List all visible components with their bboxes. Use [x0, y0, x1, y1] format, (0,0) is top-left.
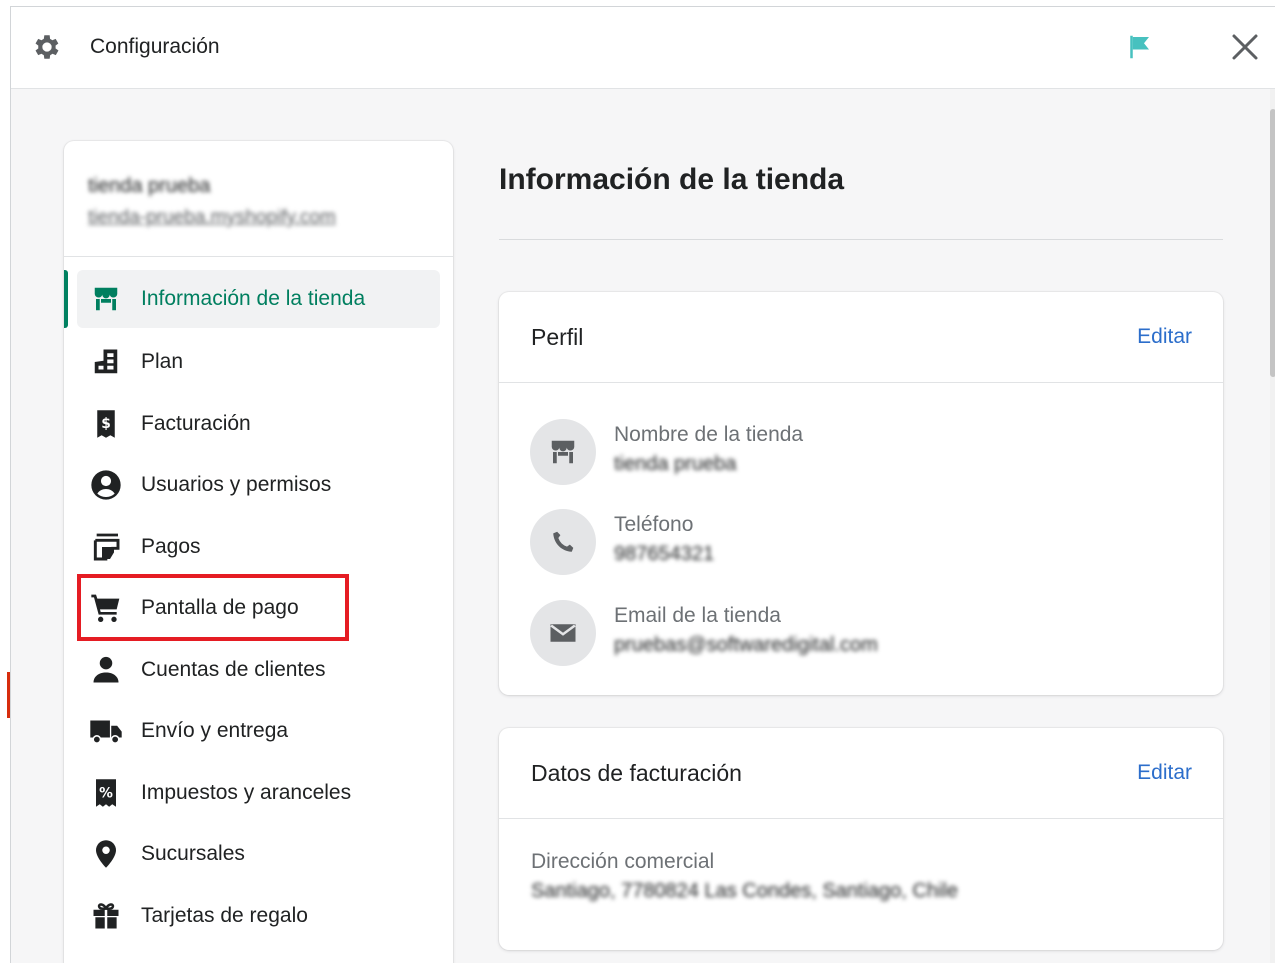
billing-card-header: Datos de facturación Editar [499, 728, 1223, 819]
sidebar-item-label: Tarjetas de regalo [141, 903, 308, 927]
location-icon [89, 837, 123, 871]
phone-value: 987654321 [614, 543, 715, 565]
sidebar-item-payments[interactable]: Pagos [77, 516, 440, 578]
email-label: Email de la tienda [614, 604, 781, 627]
top-bar: Configuración [11, 7, 1275, 89]
title-divider [499, 239, 1223, 240]
scrollbar[interactable] [1270, 89, 1275, 963]
email-row: Email de la tienda pruebas@softwaredigit… [530, 600, 878, 666]
store-icon [530, 419, 596, 485]
sidebar-item-label: Pantalla de pago [141, 596, 299, 620]
scrollbar-thumb[interactable] [1270, 109, 1275, 377]
sidebar-item-label: Usuarios y permisos [141, 473, 332, 497]
payments-icon [89, 530, 123, 564]
phone-label: Teléfono [614, 513, 694, 536]
profile-card-title: Perfil [531, 323, 584, 350]
store-identity: tienda prueba tienda-prueba.myshopify.co… [64, 141, 453, 257]
sidebar-item-label: Sucursales [141, 842, 245, 866]
store-name-row: Nombre de la tienda tienda prueba [530, 419, 804, 485]
sidebar-item-label: Envío y entrega [141, 719, 289, 743]
settings-window: Configuración tienda prueba tienda-prueb… [10, 6, 1275, 963]
email-icon [530, 600, 596, 666]
customer-icon [89, 653, 123, 687]
phone-icon [530, 509, 596, 575]
phone-row: Teléfono 987654321 [530, 509, 715, 575]
sidebar-item-plan[interactable]: Plan [77, 332, 440, 394]
settings-sidebar: tienda prueba tienda-prueba.myshopify.co… [64, 141, 453, 963]
profile-card-header: Perfil Editar [499, 292, 1223, 383]
store-name-label: Nombre de la tienda [614, 423, 804, 446]
cart-icon [89, 591, 123, 625]
sidebar-item-label: Facturación [141, 411, 251, 435]
email-value: pruebas@softwaredigital.com [614, 634, 878, 656]
billing-icon: $ [89, 407, 123, 441]
billing-edit-link[interactable]: Editar [1137, 761, 1192, 785]
settings-nav: Información de la tienda Plan $ Facturac… [64, 257, 453, 947]
sidebar-store-url[interactable]: tienda-prueba.myshopify.com [88, 207, 453, 229]
plan-icon [89, 345, 123, 379]
sidebar-item-customer-accounts[interactable]: Cuentas de clientes [77, 639, 440, 701]
address-label: Dirección comercial [531, 850, 715, 873]
svg-text:%: % [99, 785, 113, 801]
close-icon[interactable] [1225, 27, 1265, 67]
sidebar-item-label: Pagos [141, 534, 201, 558]
sidebar-item-shipping[interactable]: Envío y entrega [77, 701, 440, 763]
window-title: Configuración [90, 35, 220, 58]
billing-body: Dirección comercial Santiago, 7780824 La… [499, 819, 1223, 903]
sidebar-item-store-info[interactable]: Información de la tienda [64, 270, 440, 328]
sidebar-item-checkout[interactable]: Pantalla de pago [77, 578, 440, 640]
billing-card-title: Datos de facturación [531, 759, 742, 786]
truck-icon [89, 714, 123, 748]
store-name-value: tienda prueba [614, 453, 737, 475]
sidebar-item-label: Plan [141, 350, 184, 374]
sidebar-item-label: Cuentas de clientes [141, 657, 326, 681]
svg-text:$: $ [101, 416, 111, 432]
gear-icon [35, 35, 59, 59]
user-circle-icon [89, 468, 123, 502]
tax-icon: % [89, 776, 123, 810]
sidebar-item-label: Información de la tienda [141, 287, 366, 310]
address-value: Santiago, 7780824 Las Condes, Santiago, … [531, 880, 958, 902]
sidebar-item-users[interactable]: Usuarios y permisos [77, 455, 440, 517]
store-icon [89, 282, 123, 316]
sidebar-store-name: tienda prueba [88, 175, 211, 197]
billing-card: Datos de facturación Editar Dirección co… [499, 728, 1223, 950]
sidebar-item-locations[interactable]: Sucursales [77, 824, 440, 886]
page-title: Información de la tienda [499, 163, 845, 196]
gift-icon [89, 899, 123, 933]
sidebar-item-label: Impuestos y aranceles [141, 780, 352, 804]
profile-edit-link[interactable]: Editar [1137, 325, 1192, 349]
flag-icon[interactable] [1124, 32, 1154, 62]
sidebar-item-taxes[interactable]: % Impuestos y aranceles [77, 762, 440, 824]
profile-card: Perfil Editar Nombre de la tienda tienda… [499, 292, 1223, 695]
sidebar-item-billing[interactable]: $ Facturación [77, 393, 440, 455]
sidebar-item-gift-cards[interactable]: Tarjetas de regalo [77, 885, 440, 947]
